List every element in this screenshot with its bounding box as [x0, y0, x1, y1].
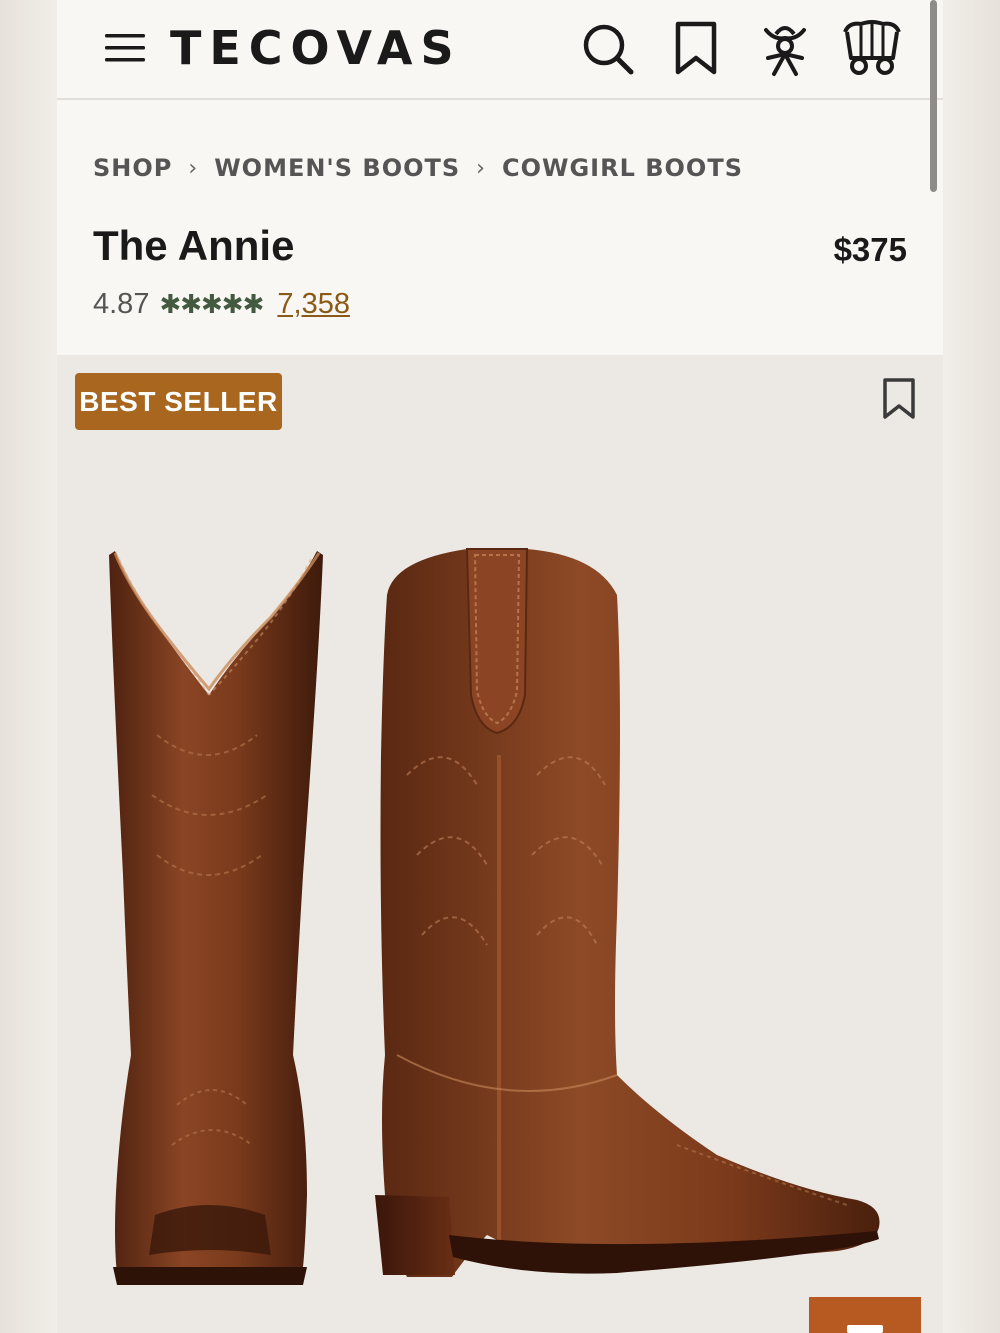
right-margin — [943, 0, 1000, 1333]
scrollbar[interactable] — [930, 0, 937, 192]
wagon-cart-icon[interactable] — [841, 20, 901, 78]
breadcrumb: SHOP › WOMEN'S BOOTS › COWGIRL BOOTS — [93, 150, 743, 186]
product-image-gallery[interactable]: BEST SELLER — [57, 355, 943, 1333]
site-header: TECOVAS — [57, 0, 943, 100]
menu-icon[interactable] — [103, 28, 147, 68]
floating-action-button[interactable] — [809, 1297, 921, 1333]
left-margin — [0, 0, 57, 1333]
search-icon[interactable] — [579, 20, 637, 78]
boot-side-view — [375, 548, 880, 1277]
bookmark-icon[interactable] — [668, 20, 726, 78]
boot-front-view — [109, 551, 323, 1285]
breadcrumb-womens-boots[interactable]: WOMEN'S BOOTS — [214, 154, 460, 182]
cowboy-account-icon[interactable] — [756, 20, 814, 78]
breadcrumb-cowgirl-boots[interactable]: COWGIRL BOOTS — [502, 154, 743, 182]
breadcrumb-shop[interactable]: SHOP — [93, 154, 172, 182]
product-title: The Annie — [93, 222, 295, 269]
rating-summary: 4.87 ✱✱✱✱✱ 7,358 — [93, 282, 350, 326]
product-page: TECOVAS SHOP › WOMEN'S BOOTS › COWGIRL B… — [57, 0, 943, 1333]
boot-product-image — [109, 548, 880, 1285]
rating-value: 4.87 — [93, 287, 150, 320]
product-price: $375 — [833, 231, 907, 268]
brand-logo[interactable]: TECOVAS — [170, 20, 462, 76]
star-rating-icon: ✱✱✱✱✱ — [159, 288, 264, 319]
best-seller-badge: BEST SELLER — [75, 373, 282, 430]
review-count-link[interactable]: 7,358 — [277, 288, 350, 321]
breadcrumb-separator: › — [188, 155, 199, 181]
bookmark-icon[interactable] — [879, 377, 919, 421]
breadcrumb-separator: › — [476, 155, 486, 181]
